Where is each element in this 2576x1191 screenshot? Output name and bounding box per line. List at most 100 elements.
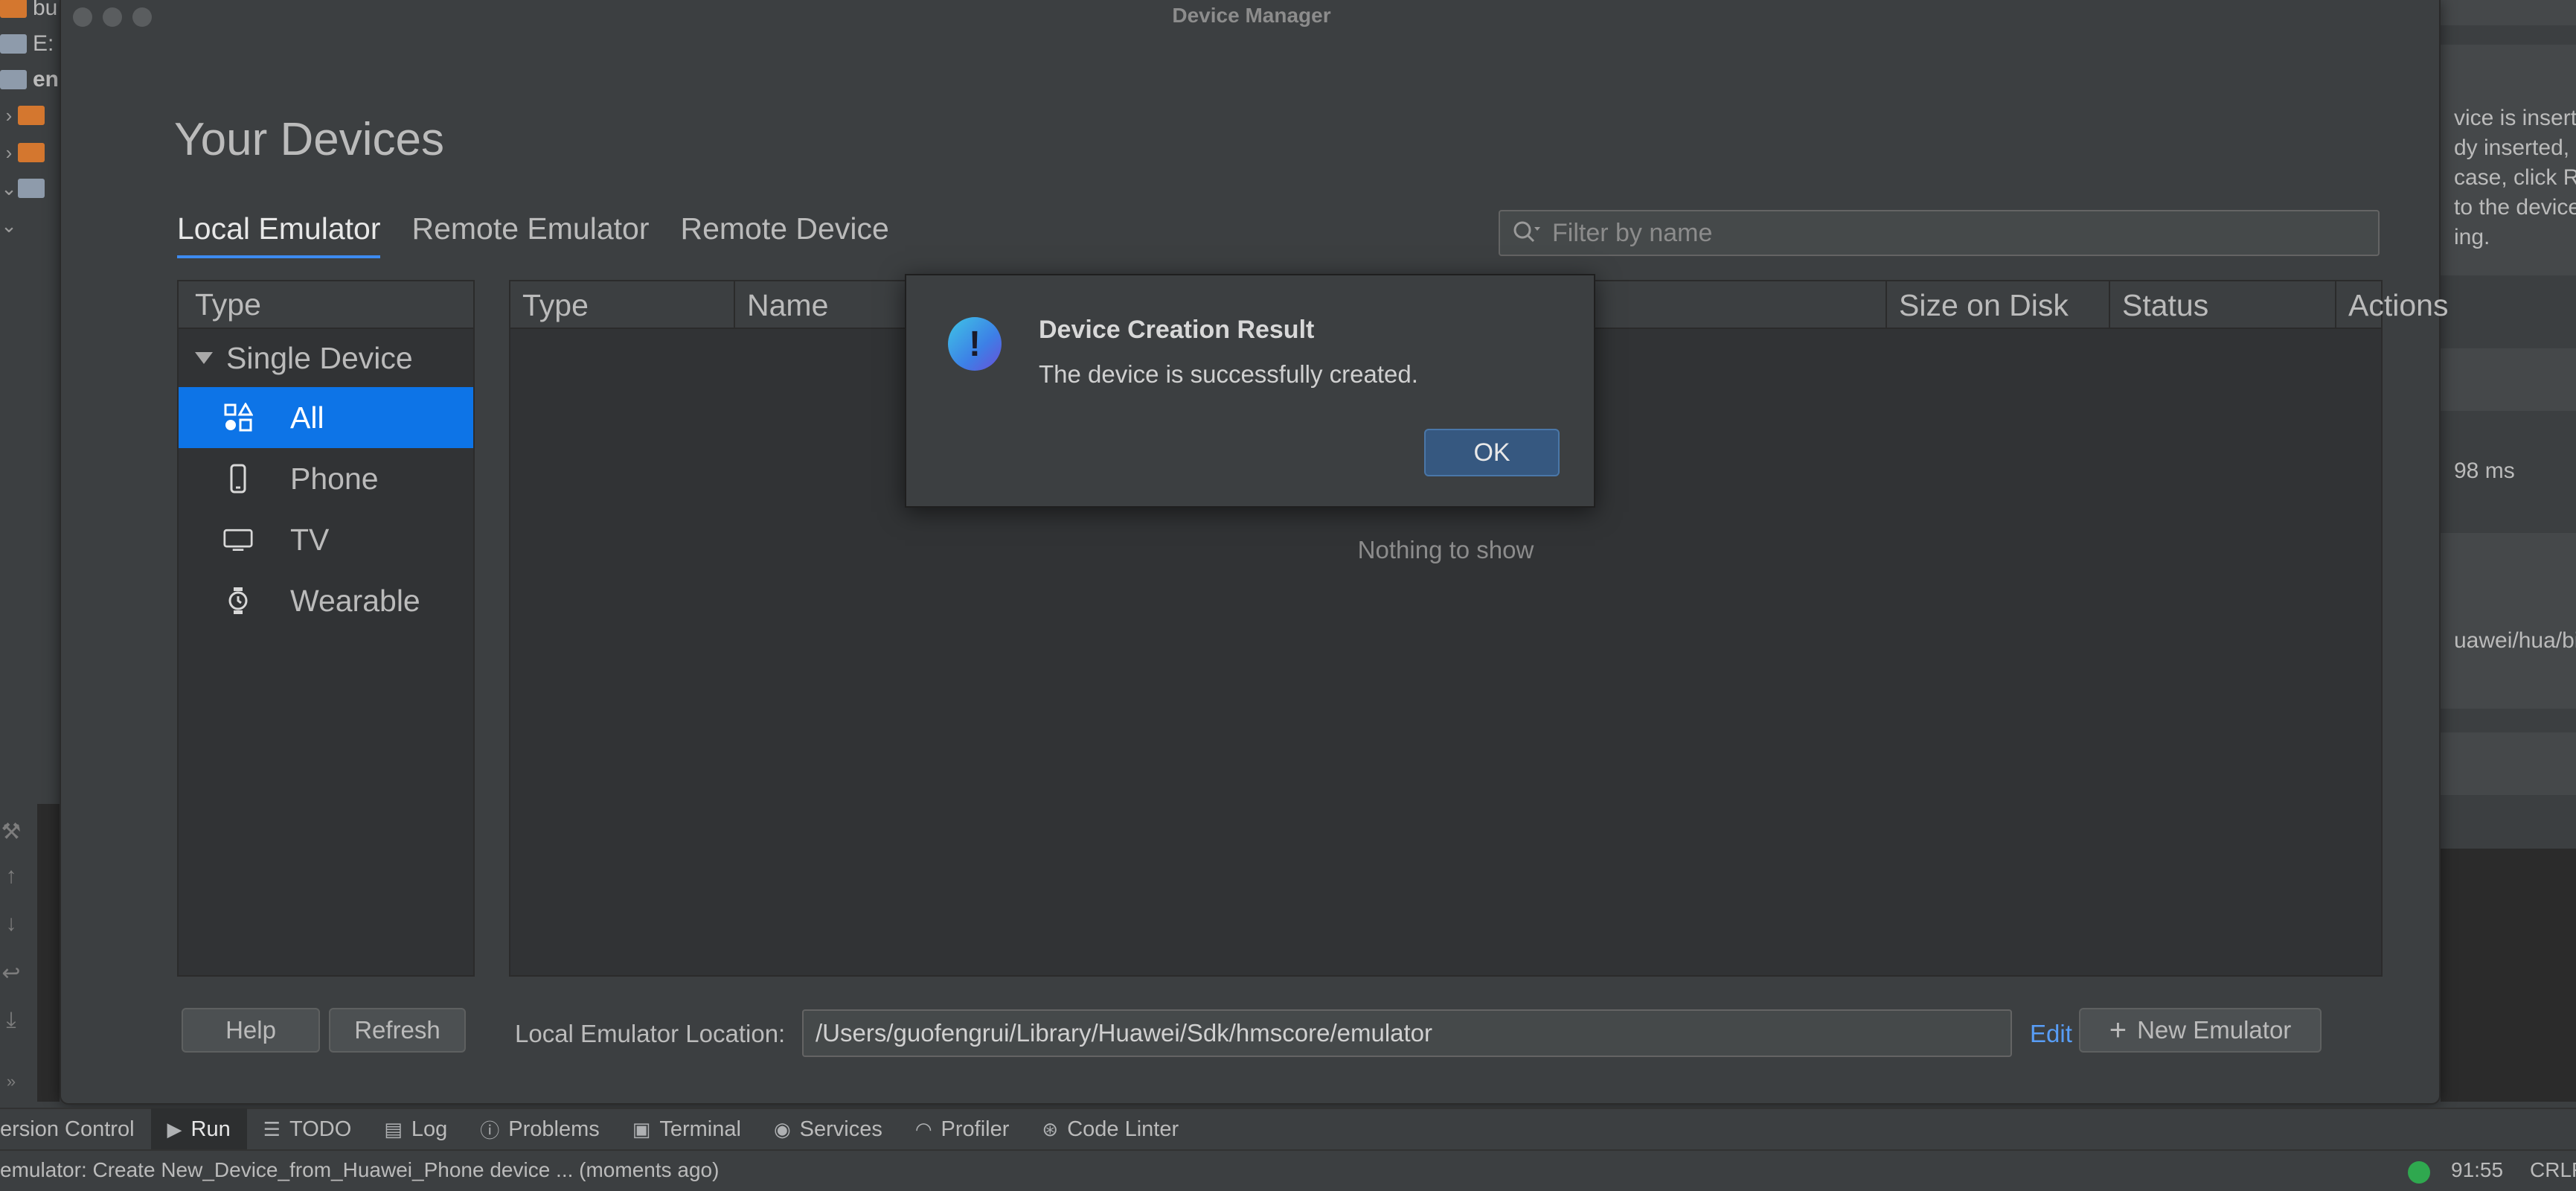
status-indicator-icon[interactable] [2408,1161,2430,1184]
hammer-icon[interactable]: ⚒ [0,819,22,845]
folder-icon [18,106,45,125]
device-manager-window: Device Manager Your Devices Local Emulat… [60,0,2448,1105]
chevron-icon[interactable]: › [0,104,18,127]
right-editor-panel: vice is inserte dy inserted, it case, cl… [2441,0,2576,1102]
console-area [2441,849,2576,1102]
window-title: Device Manager [1172,4,1331,27]
dialog-title: Device Creation Result [1039,316,1315,344]
status-bar: emulator: Create New_Device_from_Huawei_… [0,1149,2576,1191]
new-emulator-button[interactable]: + New Emulator [2079,1008,2322,1053]
plus-icon: + [2109,1014,2127,1047]
arrow-down-icon[interactable]: ↓ [0,911,22,936]
help-button[interactable]: Help [182,1008,320,1053]
device-tabs: Local Emulator Remote Emulator Remote De… [177,211,889,258]
type-item-tv[interactable]: TV [179,509,473,570]
tab-profiler[interactable]: ◠ Profiler [899,1108,1026,1150]
type-item-label: All [290,400,324,435]
folder-icon [18,179,45,198]
line-ending[interactable]: CRLF [2530,1158,2576,1182]
services-icon: ◉ [773,1117,791,1140]
tab-log[interactable]: ▤ Log [368,1108,464,1150]
column-header-status[interactable]: Status [2110,281,2336,329]
column-header-size[interactable]: Size on Disk [1887,281,2110,329]
type-item-label: Wearable [290,583,420,618]
ok-button[interactable]: OK [1424,429,1560,476]
location-field[interactable]: /Users/guofengrui/Library/Huawei/Sdk/hms… [802,1009,2012,1057]
new-emulator-label: New Emulator [2137,1016,2292,1044]
folder-icon [0,34,27,54]
project-tree-row[interactable]: › [0,134,60,171]
filter-input[interactable] [1552,218,2371,248]
location-value: /Users/guofengrui/Library/Huawei/Sdk/hms… [816,1019,1433,1047]
page-title: Your Devices [174,114,445,165]
project-tree-panel: bu E: en › › ⌄ ⌄ ⚒ ↑ ↓ ↩ ⤓ » [0,0,60,1102]
column-header-type[interactable]: Type [510,281,735,329]
type-item-label: TV [290,522,330,557]
cursor-position[interactable]: 91:55 [2451,1158,2503,1182]
tree-label: E: [33,31,54,56]
project-tree-row[interactable]: bu [0,0,60,27]
tab-label: ersion Control [0,1117,135,1141]
log-icon: ▤ [384,1117,403,1140]
info-panel: vice is inserte dy inserted, it case, cl… [2441,45,2576,275]
project-tree-row[interactable]: › [0,97,60,134]
tab-label: TODO [289,1117,352,1141]
tab-terminal[interactable]: ▣ Terminal [616,1108,757,1150]
section-panel [2441,348,2576,411]
tab-problems[interactable]: ⓘ Problems [464,1108,616,1150]
tab-label: Problems [508,1117,600,1141]
folder-icon [0,70,27,89]
all-categories-icon [223,403,253,432]
type-panel-header: Type [179,281,473,329]
tool-window-bar: ersion Control ▶ Run ☰ TODO ▤ Log ⓘ Prob… [0,1108,2576,1150]
more-icon[interactable]: » [0,1072,22,1091]
tree-label: bu [33,0,58,20]
project-tree-row[interactable]: E: [0,25,60,63]
run-icon: ▶ [167,1117,182,1140]
group-label: Single Device [226,340,413,375]
tab-version-control[interactable]: ersion Control [0,1108,151,1150]
tab-local-emulator[interactable]: Local Emulator [177,211,381,258]
column-header-actions[interactable]: Actions [2336,281,2560,329]
single-device-group[interactable]: Single Device [179,329,473,387]
right-panel-header [2441,0,2576,25]
tab-code-linter[interactable]: ⊛ Code Linter [1025,1108,1195,1150]
info-line: ing. [2454,225,2490,249]
project-tree-row[interactable]: ⌄ [0,207,60,244]
arrow-up-icon[interactable]: ↑ [0,863,22,889]
tab-label: Terminal [659,1117,741,1141]
project-tree-row[interactable]: en [0,61,60,98]
terminal-icon: ▣ [632,1117,651,1140]
tab-label: Run [190,1117,231,1141]
type-panel: Type Single Device All Phone TV Wearable [177,280,475,977]
chevron-icon[interactable]: ⌄ [0,177,18,200]
status-message[interactable]: emulator: Create New_Device_from_Huawei_… [0,1158,719,1182]
folder-icon [0,0,27,18]
type-item-phone[interactable]: Phone [179,448,473,509]
soft-wrap-icon[interactable]: ↩ [0,960,22,986]
type-item-wearable[interactable]: Wearable [179,570,473,631]
tab-run[interactable]: ▶ Run [150,1108,247,1150]
tab-services[interactable]: ◉ Services [757,1108,899,1150]
info-line: vice is inserte [2454,106,2576,130]
chevron-icon[interactable]: › [0,141,18,165]
profiler-icon: ◠ [914,1117,932,1140]
problems-icon: ⓘ [480,1119,500,1142]
dialog-message: The device is successfully created. [1039,360,1418,388]
tree-label: en [33,67,60,92]
info-line: to the device [2454,195,2576,220]
type-item-all[interactable]: All [179,387,473,448]
info-line: dy inserted, it [2454,135,2576,160]
refresh-button[interactable]: Refresh [329,1008,466,1053]
edit-location-link[interactable]: Edit [2030,1020,2072,1048]
type-item-label: Phone [290,461,379,496]
tab-label: Services [799,1117,882,1141]
tab-todo[interactable]: ☰ TODO [247,1108,368,1150]
project-tree-row[interactable]: ⌄ [0,170,60,207]
device-creation-dialog: ! Device Creation Result The device is s… [905,274,1595,508]
tab-remote-device[interactable]: Remote Device [680,211,888,258]
caret-down-icon [195,352,213,364]
tab-remote-emulator[interactable]: Remote Emulator [411,211,649,258]
chevron-icon[interactable]: ⌄ [0,214,18,237]
scroll-to-end-icon[interactable]: ⤓ [0,1008,22,1033]
